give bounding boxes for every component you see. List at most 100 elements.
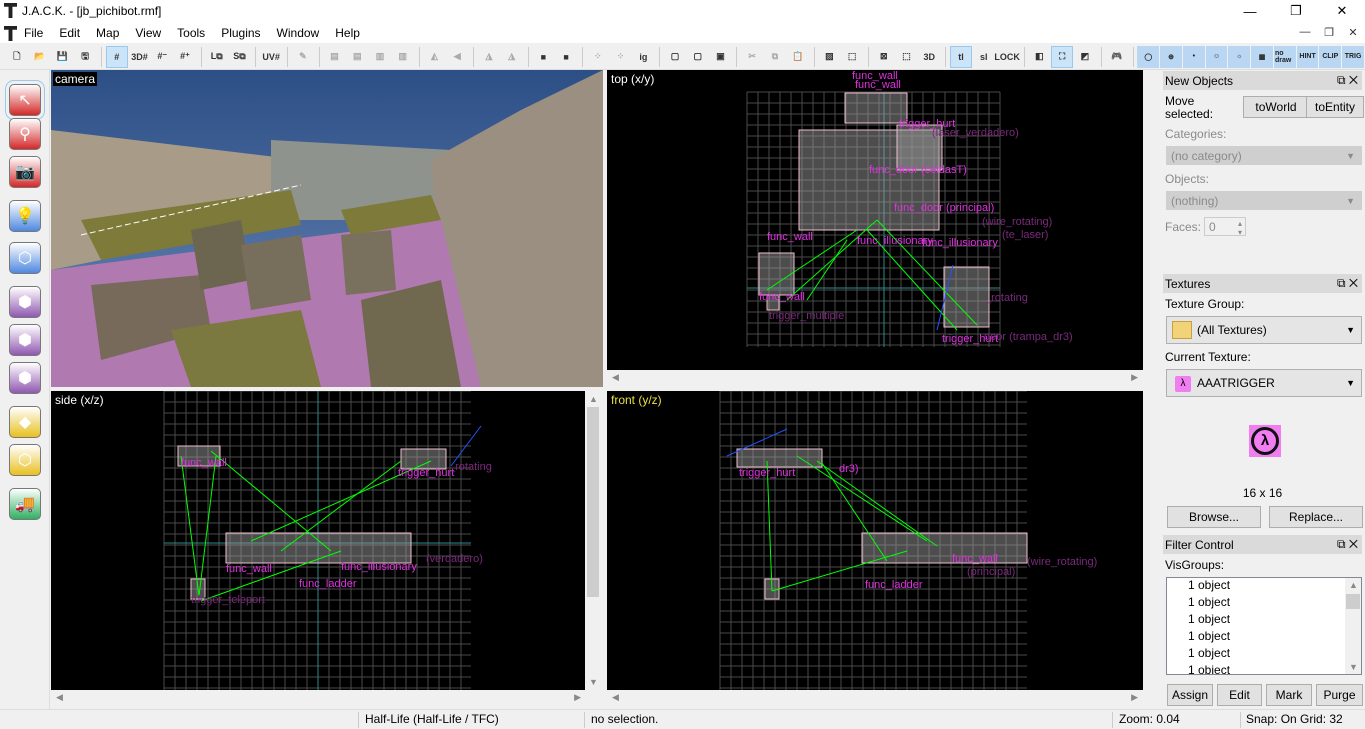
list-item[interactable]: 1 object — [1167, 612, 1361, 629]
menu-view[interactable]: View — [127, 26, 169, 40]
browse-button[interactable]: Browse... — [1167, 506, 1261, 528]
front-horizontal-scrollbar[interactable]: ◀ ▶ — [607, 690, 1143, 706]
solid-icon[interactable]: ▣ — [710, 46, 732, 68]
list-item[interactable]: 1 object — [1167, 663, 1361, 674]
top-horizontal-scrollbar[interactable]: ◀ ▶ — [607, 370, 1143, 386]
menu-edit[interactable]: Edit — [51, 26, 88, 40]
carve-icon[interactable]: ✎ — [292, 46, 314, 68]
uv-lock-icon[interactable]: LOCK — [994, 46, 1020, 68]
load-window-state-icon[interactable]: L⧉ — [206, 46, 228, 68]
paste-icon[interactable]: 📋 — [787, 46, 809, 68]
rotate-left-icon[interactable]: ◮ — [478, 46, 500, 68]
copy-icon[interactable]: ⧉ — [764, 46, 786, 68]
mdi-minimize-button[interactable]: — — [1293, 22, 1317, 42]
uv-grid-icon[interactable]: UV# — [260, 46, 282, 68]
hide-selected-icon[interactable]: ■ — [533, 46, 555, 68]
select-entities-icon[interactable]: ⊠ — [873, 46, 895, 68]
side-vertical-scrollbar[interactable]: ▲ ▼ — [585, 391, 601, 690]
edit-button[interactable]: Edit — [1217, 684, 1262, 706]
side-viewport[interactable]: side (x/z) func_wall trigger_hurt _rotatin… — [51, 391, 585, 690]
menu-map[interactable]: Map — [88, 26, 127, 40]
assign-button[interactable]: Assign — [1167, 684, 1213, 706]
save-icon[interactable]: 💾 — [52, 46, 74, 68]
current-texture-select[interactable]: λ AAATRIGGER ▼ — [1166, 369, 1362, 397]
vertex-edit-icon[interactable]: ⛶ — [1051, 45, 1074, 68]
visgroups-list[interactable]: 1 object 1 object 1 object 1 object 1 ob… — [1166, 577, 1362, 675]
ignore-groups-icon[interactable]: ig — [632, 46, 654, 68]
purge-button[interactable]: Purge — [1316, 684, 1363, 706]
cut-icon[interactable]: ✂ — [741, 46, 763, 68]
open-file-icon[interactable]: 📂 — [29, 46, 51, 68]
player-icon[interactable]: ☺ — [1205, 45, 1228, 68]
menu-plugins[interactable]: Plugins — [213, 26, 268, 40]
hollow-icon[interactable]: ▢ — [687, 46, 709, 68]
categories-select[interactable]: (no category) ▼ — [1166, 146, 1362, 165]
list-item[interactable]: 1 object — [1167, 629, 1361, 646]
grid-icon[interactable]: # — [105, 45, 128, 68]
replace-button[interactable]: Replace... — [1269, 506, 1363, 528]
panel-float-close-icons[interactable]: ⧉ ✕ — [1337, 276, 1358, 291]
flip-vertical-icon[interactable]: ◀ — [446, 46, 468, 68]
clip-icon[interactable]: CLIP — [1319, 45, 1342, 68]
flip-horizontal-icon[interactable]: ◭ — [424, 46, 446, 68]
mark-button[interactable]: Mark — [1266, 684, 1312, 706]
faces-spinner[interactable]: 0 ▴ ▾ — [1204, 217, 1246, 237]
select-3d-icon[interactable]: 3D — [918, 46, 940, 68]
menu-help[interactable]: Help — [327, 26, 368, 40]
entity-tool-icon[interactable]: 💡 — [9, 200, 41, 232]
spinner-arrows-icon[interactable]: ▴ ▾ — [1238, 219, 1242, 237]
path-tool-icon[interactable]: 🚚 — [9, 488, 41, 520]
save-as-icon[interactable]: 🖫 — [74, 46, 96, 68]
panel-float-close-icons[interactable]: ⧉ ✕ — [1337, 537, 1358, 552]
grid-smaller-icon[interactable]: #⁻ — [151, 46, 173, 68]
trigger-icon[interactable]: TRIG — [1342, 45, 1364, 68]
list-item[interactable]: 1 object — [1167, 646, 1361, 663]
apply-texture-icon[interactable]: ⬢ — [9, 324, 41, 356]
vertex-tool-icon[interactable]: ⬡ — [9, 444, 41, 476]
magnify-tool-icon[interactable]: ⚲ — [9, 118, 41, 150]
align-bottom-icon[interactable]: ▥ — [392, 46, 414, 68]
side-horizontal-scrollbar[interactable]: ◀ ▶ — [51, 690, 601, 706]
save-window-state-icon[interactable]: S⧉ — [229, 46, 251, 68]
select-by-box-icon[interactable]: ⬚ — [896, 46, 918, 68]
camera-viewport[interactable]: camera — [51, 70, 603, 387]
show-all-icon[interactable]: ■ — [555, 46, 577, 68]
camera-tool-icon[interactable]: 📷 — [9, 156, 41, 188]
texture-tool-icon[interactable]: ⬢ — [9, 286, 41, 318]
decal-tool-icon[interactable]: ⬢ — [9, 362, 41, 394]
light-icon[interactable]: ☼ — [1228, 45, 1251, 68]
run-map-icon[interactable]: 🎮 — [1106, 46, 1128, 68]
selection-box-icon[interactable]: ⬚ — [841, 46, 863, 68]
texture-group-select[interactable]: (All Textures) ▼ — [1166, 316, 1362, 344]
align-top-icon[interactable]: ▥ — [369, 46, 391, 68]
bevel-icon[interactable]: • — [1182, 45, 1205, 68]
sky-icon[interactable]: ◯ — [1137, 45, 1160, 68]
clip-plane-icon[interactable]: ◧ — [1029, 46, 1051, 68]
rotate-right-icon[interactable]: ◮ — [501, 46, 523, 68]
objects-select[interactable]: (nothing) ▼ — [1166, 191, 1362, 210]
menu-tools[interactable]: Tools — [169, 26, 213, 40]
align-left-icon[interactable]: ▤ — [324, 46, 346, 68]
selection-tool-icon[interactable]: ↖ — [5, 80, 45, 120]
film-icon[interactable]: ▦ — [1251, 45, 1273, 68]
panel-float-close-icons[interactable]: ⧉ ✕ — [1337, 73, 1358, 88]
close-button[interactable]: ✕ — [1319, 0, 1365, 22]
front-viewport[interactable]: front (y/z) trigger_hurt dr3) func_wall fun… — [607, 391, 1143, 690]
3d-grid-icon[interactable]: 3D# — [129, 46, 151, 68]
minimize-button[interactable]: — — [1227, 0, 1273, 22]
grid-larger-icon[interactable]: #⁺ — [174, 46, 196, 68]
texture-lock-icon[interactable]: ▢ — [664, 46, 686, 68]
maximize-button[interactable]: ❐ — [1273, 0, 1319, 22]
mdi-restore-button[interactable]: ❐ — [1317, 22, 1341, 42]
vertex-manipulation-icon[interactable]: ◩ — [1074, 46, 1096, 68]
group-icon[interactable]: ⁘ — [587, 46, 609, 68]
texture-application-icon[interactable]: ▨ — [819, 46, 841, 68]
hint-icon[interactable]: HINT — [1296, 45, 1319, 68]
new-file-icon[interactable]: 🗋 — [6, 46, 28, 68]
top-viewport[interactable]: top (x/y) func_wall func_wall trigger_hurt… — [607, 70, 1143, 370]
nodraw-icon[interactable]: no draw — [1273, 45, 1296, 68]
transform-tl-icon[interactable]: tl — [950, 45, 972, 68]
to-entity-button[interactable]: toEntity — [1306, 96, 1364, 118]
menu-file[interactable]: File — [16, 26, 51, 40]
list-item[interactable]: 1 object — [1167, 578, 1361, 595]
